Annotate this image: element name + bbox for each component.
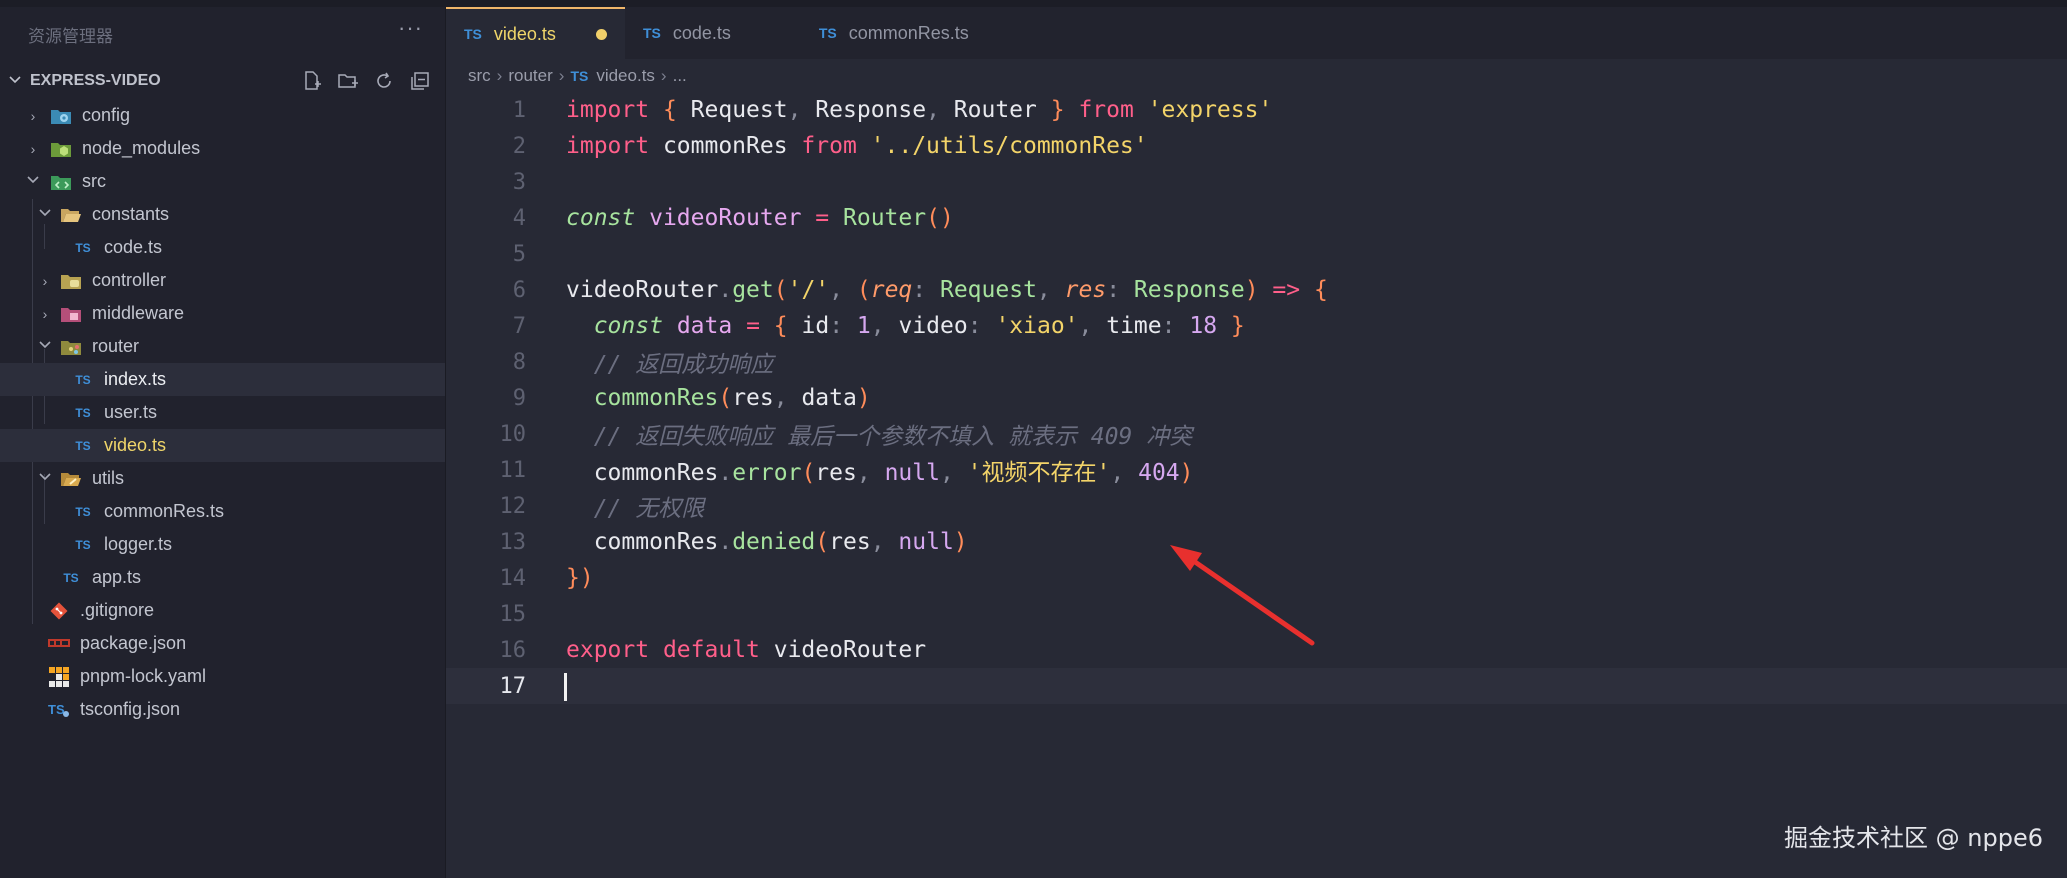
- watermark: 掘金技术社区 @ nppe6: [1784, 824, 2043, 852]
- annotation-arrow: [1170, 545, 1315, 646]
